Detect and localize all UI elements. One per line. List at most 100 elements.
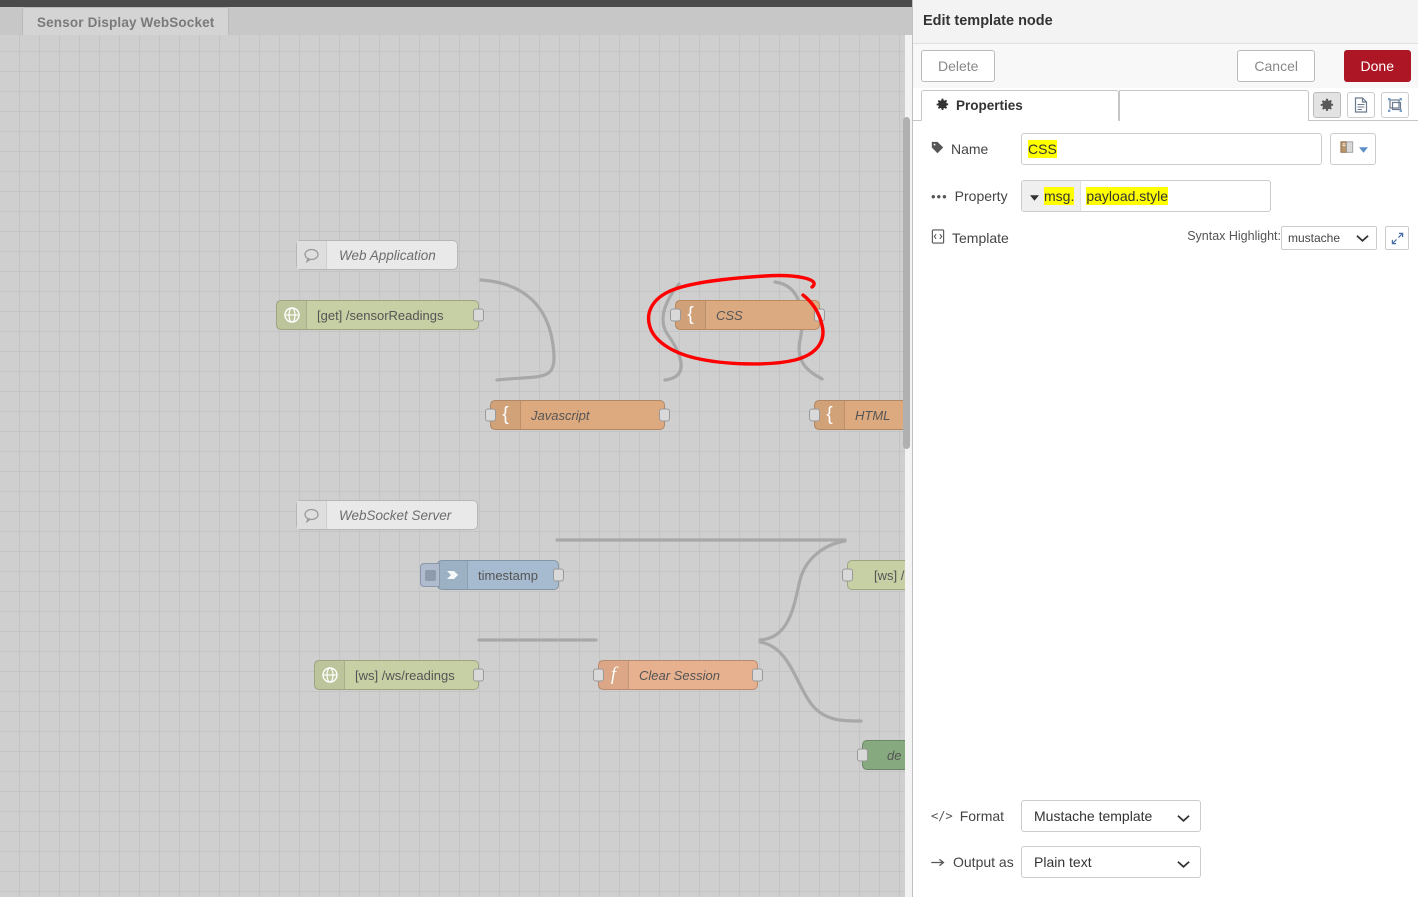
node-input-port[interactable]	[842, 569, 853, 582]
name-input[interactable]: CSS	[1021, 133, 1322, 165]
tab-properties-label: Properties	[956, 98, 1023, 113]
node-output-port[interactable]	[814, 309, 825, 322]
name-label-group: Name	[913, 141, 1021, 157]
flow-node-ws-out[interactable]: [ws] /	[847, 560, 912, 590]
property-type-label: msg.	[1044, 187, 1074, 205]
output-as-value: Plain text	[1034, 854, 1092, 870]
flow-node-get-sensorreadings[interactable]: [get] /sensorReadings	[276, 300, 479, 330]
cancel-button[interactable]: Cancel	[1237, 50, 1315, 82]
globe-icon	[277, 301, 307, 329]
template-label-group: Template	[913, 229, 1009, 247]
flow-tab-sensor-display-websocket[interactable]: Sensor Display WebSocket	[22, 7, 229, 35]
node-output-port[interactable]	[473, 669, 484, 682]
gear-icon	[936, 98, 949, 114]
canvas-vertical-scrollbar[interactable]	[903, 117, 910, 449]
node-output-port[interactable]	[659, 409, 670, 422]
flow-node-label: CSS	[706, 308, 753, 323]
name-label: Name	[951, 141, 988, 157]
template-header: Template Syntax Highlight: mustache	[913, 226, 1418, 250]
format-value: Mustache template	[1034, 808, 1152, 824]
property-value-wrap[interactable]: payload.style	[1081, 188, 1168, 204]
chevron-down-icon	[1177, 856, 1190, 872]
node-library-button[interactable]	[1330, 133, 1376, 165]
output-as-label-group: Output as	[913, 854, 1021, 870]
flow-node-timestamp[interactable]: timestamp	[437, 560, 559, 590]
name-row: Name CSS	[913, 133, 1418, 165]
arrow-right-icon	[931, 854, 946, 870]
flow-node-label: [get] /sensorReadings	[307, 308, 453, 323]
panel-title: Edit template node	[923, 13, 1053, 29]
property-row: ••• Property msg. payload.style	[913, 180, 1418, 212]
property-value: payload.style	[1086, 187, 1168, 205]
node-output-port[interactable]	[553, 569, 564, 582]
syntax-highlight-label: Syntax Highlight:	[1187, 229, 1281, 243]
format-label: Format	[960, 808, 1004, 824]
node-output-port[interactable]	[473, 309, 484, 322]
flow-tabbar: Sensor Display WebSocket	[0, 0, 912, 35]
description-button[interactable]	[1347, 92, 1375, 118]
property-type-select[interactable]: msg.	[1022, 181, 1081, 211]
flow-node-label: Clear Session	[629, 668, 730, 683]
canvas-scroll-gutter	[905, 35, 912, 897]
panel-action-buttons: Delete Cancel Done	[913, 44, 1418, 88]
node-output-port[interactable]	[752, 669, 763, 682]
output-as-label: Output as	[953, 854, 1014, 870]
flow-node-websocket-server[interactable]: WebSocket Server	[296, 500, 478, 530]
template-label: Template	[952, 230, 1009, 246]
tab-properties[interactable]: Properties	[921, 90, 1119, 121]
inject-trigger-button[interactable]	[420, 563, 440, 587]
chevron-down-icon	[1356, 232, 1369, 246]
flow-node-clear-session[interactable]: f Clear Session	[598, 660, 758, 690]
flow-node-css[interactable]: { CSS	[675, 300, 820, 330]
book-icon	[1339, 140, 1355, 159]
done-button[interactable]: Done	[1344, 50, 1411, 82]
chevron-down-icon	[1177, 810, 1190, 826]
syntax-highlight-value: mustache	[1288, 231, 1340, 245]
gear-settings-button[interactable]	[1313, 92, 1341, 118]
node-input-port[interactable]	[593, 669, 604, 682]
flow-canvas[interactable]: Web Application [get] /sensorReadings { …	[0, 35, 912, 897]
expand-editor-button[interactable]	[1385, 226, 1409, 250]
flow-node-label: [ws] /	[848, 568, 912, 583]
appearance-button[interactable]	[1381, 92, 1409, 118]
code-file-icon	[931, 229, 945, 247]
arrow-icon	[438, 561, 468, 589]
code-icon: </>	[931, 809, 953, 823]
output-as-select[interactable]: Plain text	[1021, 846, 1201, 878]
flow-node-label: WebSocket Server	[327, 508, 463, 523]
property-label-group: ••• Property	[913, 188, 1021, 204]
output-as-row: Output as Plain text	[913, 846, 1418, 878]
node-input-port[interactable]	[485, 409, 496, 422]
flow-node-html[interactable]: { HTML	[814, 400, 912, 430]
edit-template-node-panel: Edit template node Delete Cancel Done Pr…	[912, 0, 1418, 897]
flow-node-label: Javascript	[521, 408, 600, 423]
node-input-port[interactable]	[857, 749, 868, 762]
flow-node-label: [ws] /ws/readings	[345, 668, 465, 683]
chevron-down-icon	[1359, 140, 1368, 158]
property-input[interactable]: msg. payload.style	[1021, 180, 1271, 212]
dots-icon: •••	[931, 189, 948, 204]
flow-node-web-application[interactable]: Web Application	[296, 240, 458, 270]
panel-titlebar: Edit template node	[913, 0, 1418, 44]
globe-icon	[315, 661, 345, 689]
property-label: Property	[955, 188, 1008, 204]
panel-tabs: Properties	[913, 88, 1418, 121]
flow-node-label: Web Application	[327, 248, 448, 263]
flow-node-ws-readings[interactable]: [ws] /ws/readings	[314, 660, 479, 690]
tag-icon	[931, 141, 944, 157]
node-input-port[interactable]	[809, 409, 820, 422]
flow-node-javascript[interactable]: { Javascript	[490, 400, 665, 430]
comment-icon	[297, 501, 327, 529]
syntax-highlight-select[interactable]: mustache	[1281, 226, 1377, 250]
flow-wires	[0, 35, 912, 897]
format-label-group: </> Format	[913, 808, 1021, 824]
node-red-editor: Sensor Display WebSocket	[0, 0, 1418, 897]
name-input-value: CSS	[1028, 140, 1057, 158]
format-select[interactable]: Mustache template	[1021, 800, 1201, 832]
delete-button[interactable]: Delete	[921, 50, 995, 82]
comment-icon	[297, 241, 327, 269]
tab-filler	[1119, 90, 1309, 121]
flow-node-label: HTML	[845, 408, 900, 423]
flow-node-label: timestamp	[468, 568, 548, 583]
node-input-port[interactable]	[670, 309, 681, 322]
